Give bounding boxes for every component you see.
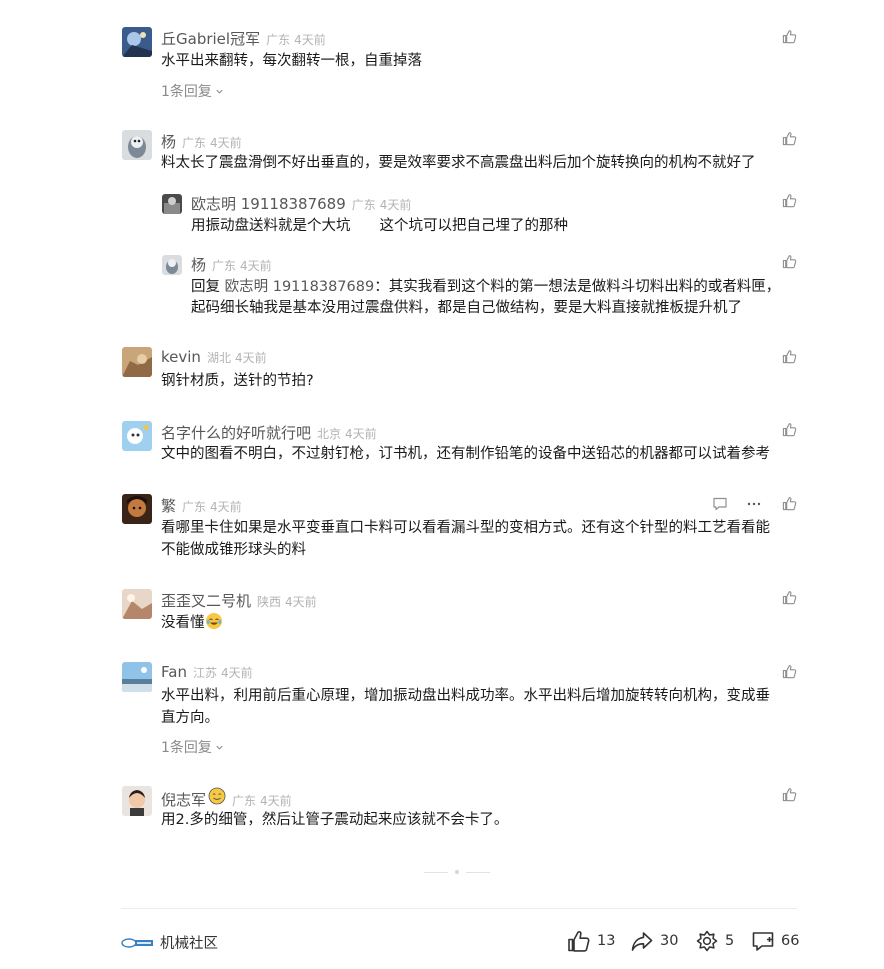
- avatar[interactable]: [122, 589, 152, 619]
- comment-text-line2: 直方向。: [161, 710, 219, 726]
- more-dots-icon[interactable]: [746, 496, 762, 512]
- share-arrow-icon: [631, 932, 653, 951]
- like-icon[interactable]: [782, 254, 797, 269]
- comment-time: 4天前: [220, 666, 253, 680]
- comment-location: 广东: [232, 794, 257, 808]
- comment-author[interactable]: 杨: [161, 131, 176, 152]
- comment-author[interactable]: 名字什么的好听就行吧: [161, 422, 311, 443]
- comment-author[interactable]: Fan: [161, 663, 187, 681]
- comment-author[interactable]: 丘Gabriel冠军: [161, 28, 260, 49]
- comment-time: 4天前: [294, 33, 326, 47]
- comment-bubble-icon[interactable]: [712, 496, 728, 512]
- comment-time: 4天前: [234, 351, 267, 365]
- comment-text-line2: 不能做成锥形球头的料: [161, 542, 306, 558]
- comment-author[interactable]: 歪歪叉二号机: [161, 590, 251, 611]
- loading-indicator: [424, 870, 490, 874]
- like-icon[interactable]: [782, 193, 797, 208]
- reply-prefix: 回复: [191, 279, 220, 295]
- reply-text-line2: 起码细长轴我是基本没用过震盘供料，都是自己做结构，要是大料直接就推板提升机了: [191, 300, 742, 316]
- like-icon[interactable]: [782, 590, 797, 605]
- comment-text: 料太长了震盘滑倒不好出垂直的，要是效率要求不高震盘出料后加个旋转换向的机构不就好…: [161, 155, 756, 171]
- avatar[interactable]: [122, 421, 152, 451]
- comment-text: 文中的图看不明白，不过射钉枪，订书机，还有制作铅笔的设备中送铅芯的机器都可以试着…: [161, 446, 770, 462]
- like-icon[interactable]: [782, 349, 797, 364]
- like-count: 13: [597, 933, 616, 949]
- reply-location: 广东: [212, 259, 237, 273]
- view-replies-button[interactable]: 1条回复: [161, 737, 224, 757]
- like-icon[interactable]: [782, 131, 797, 146]
- reply-author[interactable]: 杨: [191, 254, 206, 275]
- comment-text-line1: 水平出料，利用前后重心原理，增加振动盘出料成功率。水平出料后增加旋转转向机构，变…: [161, 688, 770, 704]
- comment-author[interactable]: 繁: [161, 495, 176, 516]
- reply-time: 4天前: [379, 198, 412, 212]
- avatar[interactable]: [122, 130, 152, 160]
- article-action-bar: 机械社区 13 30 5 66: [121, 926, 801, 956]
- comment-count: 66: [781, 933, 800, 949]
- laugh-tears-emoji-icon: [205, 613, 222, 629]
- share-button[interactable]: 30: [630, 926, 678, 956]
- comment-time: 4天前: [285, 595, 317, 609]
- comment-time: 4天前: [345, 427, 377, 441]
- comment-time: 4天前: [210, 136, 242, 150]
- comment-text: 用2.多的细管，然后让管子震动起来应该就不会卡了。: [161, 812, 509, 828]
- footer-divider: [121, 908, 797, 909]
- like-icon[interactable]: [782, 787, 797, 802]
- comment-text-line1: 看哪里卡住如果是水平变垂直口卡料可以看看漏斗型的变相方式。还有这个针型的料工艺看…: [161, 520, 770, 536]
- source-brand[interactable]: 机械社区: [121, 932, 218, 953]
- like-icon[interactable]: [782, 422, 797, 437]
- reply-location: 广东: [351, 198, 376, 212]
- like-icon[interactable]: [782, 29, 797, 44]
- comment-location: 北京: [317, 427, 342, 441]
- avatar[interactable]: [162, 255, 182, 275]
- comment-location: 广东: [182, 136, 207, 150]
- reply-to-user[interactable]: 欧志明 19118387689: [225, 279, 375, 295]
- avatar[interactable]: [122, 662, 152, 692]
- comments-button[interactable]: 66: [751, 926, 799, 956]
- comment-text-content: 没看懂: [161, 615, 205, 631]
- comment-time: 4天前: [210, 500, 242, 514]
- comment-bubble-icon: [752, 932, 774, 951]
- avatar[interactable]: [122, 786, 152, 816]
- avatar[interactable]: [162, 194, 182, 214]
- avatar[interactable]: [122, 494, 152, 524]
- comment-author[interactable]: kevin: [161, 348, 201, 366]
- brand-logo-icon: [121, 937, 153, 948]
- like-button[interactable]: 13: [567, 926, 615, 956]
- share-count: 30: [660, 933, 679, 949]
- smile-emoji-icon: [208, 787, 226, 805]
- like-icon[interactable]: [782, 496, 797, 511]
- comment-author[interactable]: 倪志军: [161, 789, 206, 810]
- reply-time: 4天前: [240, 259, 272, 273]
- comment-text: 钢针材质，送针的节拍?: [161, 373, 314, 389]
- like-icon[interactable]: [782, 664, 797, 679]
- comment-text: 没看懂: [161, 611, 223, 635]
- chevron-down-icon: [215, 743, 224, 752]
- avatar[interactable]: [122, 347, 152, 377]
- recommend-count: 5: [725, 933, 735, 949]
- thumbs-up-icon: [568, 931, 590, 952]
- comment-location: 江苏: [192, 666, 217, 680]
- chevron-down-icon: [215, 87, 224, 96]
- comment-text: 水平出来翻转，每次翻转一根，自重掉落: [161, 53, 422, 69]
- avatar[interactable]: [122, 27, 152, 57]
- replies-label: 1条回复: [161, 84, 212, 100]
- reply-author[interactable]: 欧志明 19118387689: [191, 193, 346, 214]
- comment-location: 广东: [266, 33, 291, 47]
- comment-location: 广东: [182, 500, 207, 514]
- comment-location: 湖北: [206, 351, 231, 365]
- comment-time: 4天前: [260, 794, 292, 808]
- comment-location: 陕西: [257, 595, 282, 609]
- view-replies-button[interactable]: 1条回复: [161, 81, 224, 101]
- reply-text: 用振动盘送料就是个大坑 这个坑可以把自己埋了的那种: [191, 218, 568, 234]
- replies-label: 1条回复: [161, 740, 212, 756]
- reply-text-line1: ：其实我看到这个料的第一想法是做料斗切料出料的或者料匣，: [374, 279, 781, 295]
- brand-name: 机械社区: [160, 936, 218, 952]
- flower-icon: [696, 930, 718, 952]
- recommend-button[interactable]: 5: [695, 926, 734, 956]
